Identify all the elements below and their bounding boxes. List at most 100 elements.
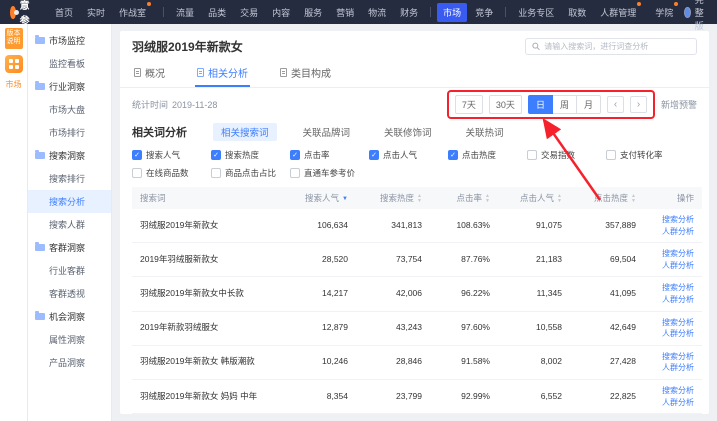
nav-item[interactable]: 取数	[562, 3, 592, 22]
row-action-link[interactable]: 人群分析	[652, 260, 694, 272]
nav-item[interactable]: 交易	[234, 3, 264, 22]
nav-item[interactable]: 服务	[298, 3, 328, 22]
nav-item[interactable]: 作战室	[113, 3, 157, 22]
checkbox-icon	[211, 168, 221, 178]
sidebar-item[interactable]: 搜索洞察	[28, 144, 111, 167]
sidebar-item[interactable]: 产品洞察	[28, 351, 111, 374]
row-action-link[interactable]: 人群分析	[652, 362, 694, 374]
row-action-link[interactable]: 人群分析	[652, 328, 694, 340]
checkbox-label: 点击人气	[383, 149, 417, 161]
column-header[interactable]: 点击人气▲▼	[498, 187, 570, 209]
keyword-cell: 羽绒服2019年新款女	[132, 209, 282, 243]
nav-item[interactable]: 流量	[170, 3, 200, 22]
table-row: 羽绒服2019年新款女中长款14,21742,00696.22%11,34541…	[132, 277, 702, 311]
checkbox-label: 点击热度	[462, 149, 496, 161]
metric-checkbox[interactable]: ✓搜索人气	[132, 149, 211, 161]
actions-cell: 搜索分析人群分析	[644, 345, 702, 379]
range-button[interactable]: 30天	[489, 95, 522, 114]
metric-checkbox[interactable]: 支付转化率	[606, 149, 685, 161]
metric-checkbox[interactable]: 商品点击占比	[211, 167, 290, 179]
value-cell: 357,889	[570, 209, 644, 243]
row-action-link[interactable]: 人群分析	[652, 294, 694, 306]
row-action-link[interactable]: 搜索分析	[652, 248, 694, 260]
row-action-link[interactable]: 搜索分析	[652, 214, 694, 226]
related-words-section: 相关词分析 相关搜索词关联品牌词关联修饰词关联热词	[120, 121, 709, 147]
new-alert-link[interactable]: 新增预警	[661, 98, 697, 111]
keyword-cell: 2019年新款羽绒服女	[132, 311, 282, 345]
subtab[interactable]: 关联热词	[458, 123, 512, 141]
search-input[interactable]	[544, 42, 690, 51]
sidebar-item[interactable]: 客群透视	[28, 282, 111, 305]
metric-checkbox[interactable]: ✓点击人气	[369, 149, 448, 161]
search-box[interactable]	[525, 38, 697, 55]
nav-item[interactable]: 竞争	[469, 3, 499, 22]
nav-item[interactable]: 营销	[330, 3, 360, 22]
sidebar-item[interactable]: 搜索分析	[28, 190, 111, 213]
nav-item[interactable]: 学院	[649, 3, 684, 22]
folder-icon	[35, 244, 45, 251]
metric-checkbox[interactable]: ✓点击率	[290, 149, 369, 161]
granularity-button[interactable]: 月	[576, 95, 601, 114]
nav-item[interactable]: 内容	[266, 3, 296, 22]
column-header[interactable]: 点击热度▲▼	[570, 187, 644, 209]
subtab[interactable]: 关联品牌词	[295, 123, 359, 141]
row-action-link[interactable]: 人群分析	[652, 226, 694, 238]
column-label: 点击人气	[520, 193, 554, 203]
version-notes-tag[interactable]: 版本说明	[5, 28, 23, 49]
keyword-cell: 羽绒服2019年新款女 韩版潮款	[132, 345, 282, 379]
filter-row-1: ✓搜索人气✓搜索热度✓点击率✓点击人气✓点击热度交易指数支付转化率	[132, 149, 697, 161]
range-button[interactable]: 7天	[455, 95, 483, 114]
sidebar-item[interactable]: 属性洞察	[28, 328, 111, 351]
next-period-button[interactable]: ›	[630, 96, 647, 113]
subtab[interactable]: 关联修饰词	[376, 123, 440, 141]
granularity-button[interactable]: 周	[552, 95, 577, 114]
nav-item[interactable]: 首页	[49, 3, 79, 22]
prev-period-button[interactable]: ‹	[607, 96, 624, 113]
tab[interactable]: 概况	[132, 59, 167, 87]
market-module-icon[interactable]	[5, 55, 23, 73]
sidebar-item[interactable]: 行业客群	[28, 259, 111, 282]
tab[interactable]: 类目构成	[278, 59, 333, 87]
sidebar-item[interactable]: 市场大盘	[28, 98, 111, 121]
metric-checkbox[interactable]: ✓点击热度	[448, 149, 527, 161]
row-action-link[interactable]: 搜索分析	[652, 385, 694, 397]
nav-item[interactable]: 实时	[81, 3, 111, 22]
row-action-link[interactable]: 人群分析	[652, 397, 694, 409]
table-row: 羽绒服2019年新款女 韩版潮款10,24628,84691.58%8,0022…	[132, 345, 702, 379]
sidebar-item[interactable]: 市场排行	[28, 121, 111, 144]
sidebar-item[interactable]: 监控看板	[28, 52, 111, 75]
row-action-link[interactable]: 搜索分析	[652, 351, 694, 363]
row-action-link[interactable]: 搜索分析	[652, 317, 694, 329]
sidebar-item[interactable]: 行业洞察	[28, 75, 111, 98]
sidebar-item[interactable]: 机会洞察	[28, 305, 111, 328]
new-dot-badge	[674, 2, 678, 6]
value-cell: 73,754	[356, 243, 430, 277]
subtab[interactable]: 相关搜索词	[213, 123, 277, 141]
folder-icon	[35, 37, 45, 44]
sidebar-item-label: 市场排行	[49, 128, 85, 138]
table-body: 羽绒服2019年新款女106,634341,813108.63%91,07535…	[132, 209, 702, 414]
row-action-link[interactable]: 搜索分析	[652, 282, 694, 294]
nav-item[interactable]: 品类	[202, 3, 232, 22]
nav-item[interactable]: 财务	[394, 3, 424, 22]
metric-checkbox[interactable]: 交易指数	[527, 149, 606, 161]
sidebar-item[interactable]: 搜索人群	[28, 213, 111, 236]
tab[interactable]: 相关分析	[195, 59, 250, 87]
sidebar-item[interactable]: 客群洞察	[28, 236, 111, 259]
column-header[interactable]: 搜索热度▲▼	[356, 187, 430, 209]
granularity-button[interactable]: 日	[528, 95, 553, 114]
nav-item[interactable]: 业务专区	[512, 3, 560, 22]
keyword-cell: 羽绒服2019年新款女中长款	[132, 277, 282, 311]
sidebar-item[interactable]: 市场监控	[28, 29, 111, 52]
column-header[interactable]: 搜索人气▼	[282, 187, 356, 209]
nav-item[interactable]: 物流	[362, 3, 392, 22]
granularity-segment: 日周月	[528, 95, 601, 114]
nav-item[interactable]: 人群管理	[594, 3, 647, 22]
sidebar-item[interactable]: 搜索排行	[28, 167, 111, 190]
metric-checkbox[interactable]: ✓搜索热度	[211, 149, 290, 161]
metric-checkbox[interactable]: 直通车参考价	[290, 167, 369, 179]
metric-checkbox[interactable]: 在线商品数	[132, 167, 211, 179]
value-cell: 27,428	[570, 345, 644, 379]
column-header[interactable]: 点击率▲▼	[430, 187, 498, 209]
nav-item[interactable]: 市场	[437, 3, 467, 22]
